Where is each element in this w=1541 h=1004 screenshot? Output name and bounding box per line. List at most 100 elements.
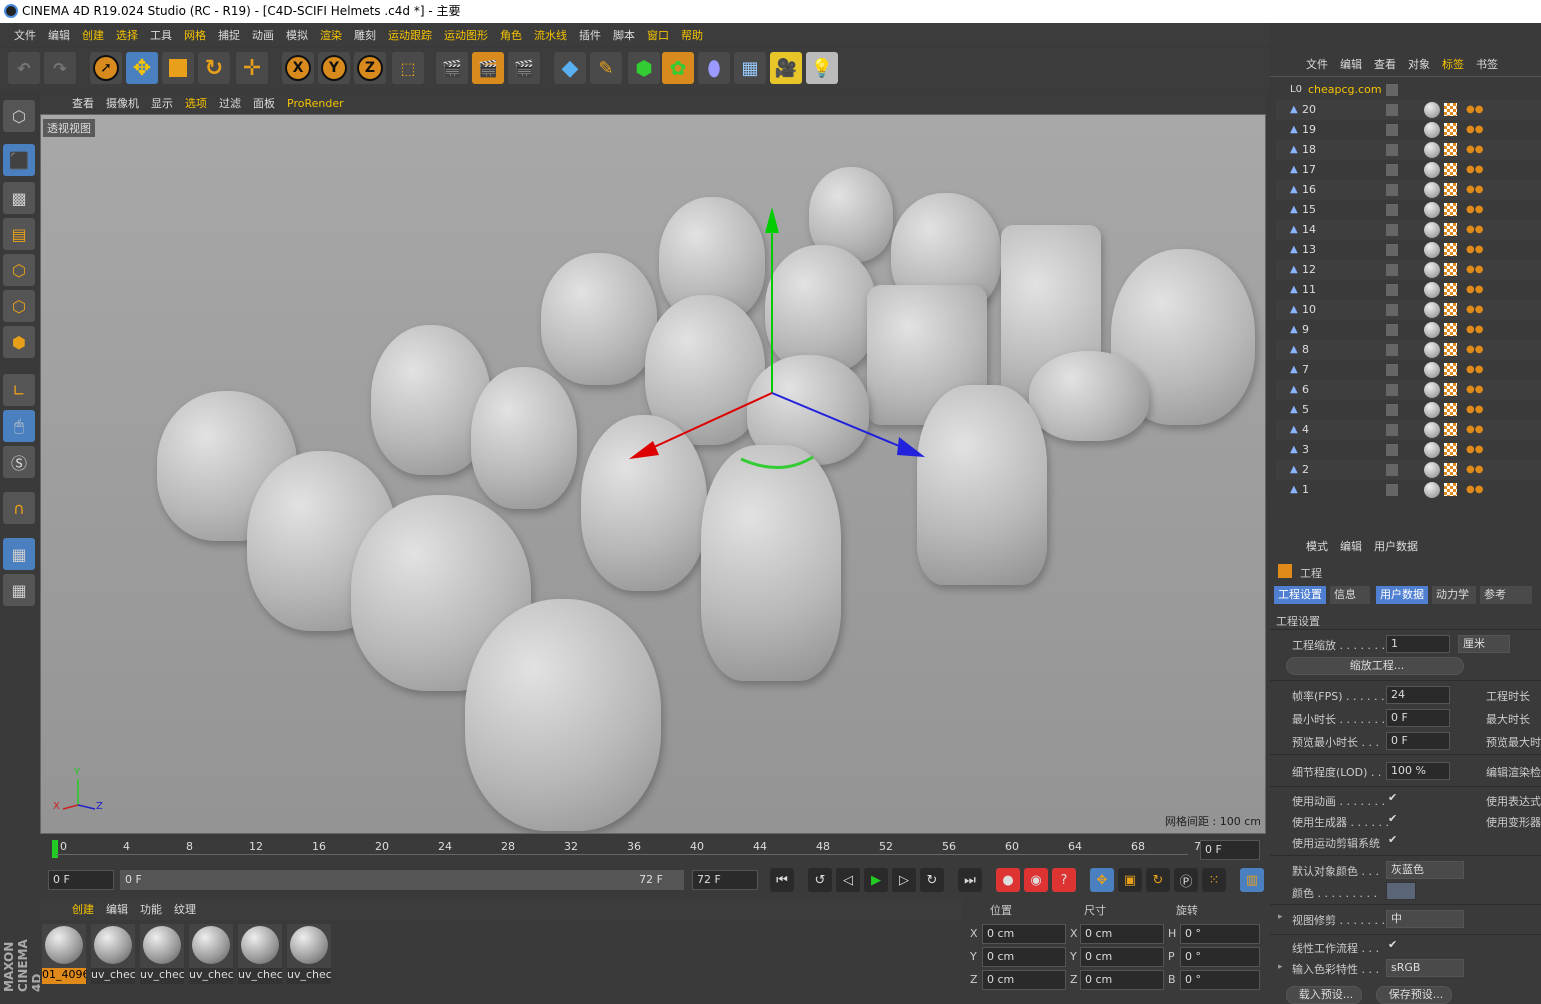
material-menu-item[interactable]: 功能 <box>134 901 168 917</box>
texture-tag-icon[interactable] <box>1444 343 1457 356</box>
axis-gizmo[interactable] <box>41 115 1266 834</box>
object-row[interactable]: ▲ 6 ●● <box>1276 380 1541 400</box>
selection-tag-icon[interactable]: ●● <box>1466 144 1483 155</box>
selection-tag-icon[interactable]: ●● <box>1466 464 1483 475</box>
visibility-toggle-icon[interactable] <box>1386 384 1398 396</box>
camera-icon[interactable]: 🎥 <box>770 52 802 84</box>
menu-item[interactable]: 工具 <box>144 27 178 43</box>
object-row[interactable]: ▲ 5 ●● <box>1276 400 1541 420</box>
rotation-field[interactable]: 0 ° <box>1180 970 1260 990</box>
visibility-toggle-icon[interactable] <box>1386 344 1398 356</box>
go-to-end-icon[interactable]: ⏭ <box>958 868 982 892</box>
previous-frame-icon[interactable]: ◁ <box>836 868 860 892</box>
visibility-toggle-icon[interactable] <box>1386 484 1398 496</box>
render-settings-icon[interactable]: 🎬 <box>508 52 540 84</box>
attribute-tab[interactable]: 工程设置 <box>1274 586 1326 604</box>
key-rotation-icon[interactable]: ↻ <box>1146 868 1170 892</box>
rotation-field[interactable]: 0 ° <box>1180 947 1260 967</box>
min-time-field[interactable]: 0 F <box>1386 709 1450 727</box>
texture-tag-icon[interactable] <box>1444 223 1457 236</box>
texture-tag-icon[interactable] <box>1444 443 1457 456</box>
record-keys-icon[interactable]: ● <box>996 868 1020 892</box>
material-swatch[interactable]: uv_chec <box>91 924 135 984</box>
menu-item[interactable]: 模拟 <box>280 27 314 43</box>
redo-icon[interactable]: ↷ <box>44 52 76 84</box>
points-mode-icon[interactable]: ⬡ <box>3 254 35 286</box>
menu-item[interactable]: 插件 <box>573 27 607 43</box>
material-swatch[interactable]: uv_chec <box>189 924 233 984</box>
selection-tag-icon[interactable]: ●● <box>1466 424 1483 435</box>
end-frame-field[interactable]: 72 F <box>692 870 758 890</box>
object-row-root[interactable]: L0 cheapcg.com <box>1276 80 1541 100</box>
magnet-icon[interactable]: ∩ <box>3 492 35 524</box>
object-row[interactable]: ▲ 8 ●● <box>1276 340 1541 360</box>
visibility-toggle-icon[interactable] <box>1386 84 1398 96</box>
selection-tag-icon[interactable]: ●● <box>1466 164 1483 175</box>
menu-item[interactable]: 捕捉 <box>212 27 246 43</box>
material-menu-item[interactable]: 编辑 <box>100 901 134 917</box>
cube-primitive-icon[interactable]: ◆ <box>554 52 586 84</box>
selection-tag-icon[interactable]: ●● <box>1466 104 1483 115</box>
scale-unit-dropdown[interactable]: 厘米 <box>1458 635 1510 653</box>
material-tag-icon[interactable] <box>1424 242 1440 258</box>
menu-item[interactable]: 运动跟踪 <box>382 27 438 43</box>
play-icon[interactable]: ▶ <box>864 868 888 892</box>
scale-tool-button[interactable] <box>162 52 194 84</box>
undo-icon[interactable]: ↶ <box>8 52 40 84</box>
workplane-lock-icon[interactable]: ▦ <box>3 538 35 570</box>
size-field[interactable]: 0 cm <box>1080 970 1164 990</box>
gizmo-z-arrow[interactable] <box>897 437 925 457</box>
object-row[interactable]: ▲ 3 ●● <box>1276 440 1541 460</box>
visibility-toggle-icon[interactable] <box>1386 104 1398 116</box>
object-row[interactable]: ▲ 17 ●● <box>1276 160 1541 180</box>
texture-tag-icon[interactable] <box>1444 103 1457 116</box>
viewport-menu-item[interactable]: 面板 <box>247 95 281 111</box>
selection-tag-icon[interactable]: ●● <box>1466 304 1483 315</box>
material-tag-icon[interactable] <box>1424 362 1440 378</box>
position-field[interactable]: 0 cm <box>982 970 1066 990</box>
menu-item[interactable]: 雕刻 <box>348 27 382 43</box>
material-tag-icon[interactable] <box>1424 162 1440 178</box>
texture-tag-icon[interactable] <box>1444 163 1457 176</box>
model-mode-icon[interactable]: ⬛ <box>3 144 35 176</box>
object-row[interactable]: ▲ 10 ●● <box>1276 300 1541 320</box>
texture-mode-icon[interactable]: ▩ <box>3 182 35 214</box>
position-field[interactable]: 0 cm <box>982 947 1066 967</box>
material-tag-icon[interactable] <box>1424 322 1440 338</box>
material-tag-icon[interactable] <box>1424 482 1440 498</box>
visibility-toggle-icon[interactable] <box>1386 464 1398 476</box>
use-generators-checkbox[interactable]: ✔ <box>1388 812 1397 825</box>
start-frame-field[interactable]: 0 F <box>48 870 114 890</box>
material-tag-icon[interactable] <box>1424 302 1440 318</box>
object-menu-item[interactable]: 标签 <box>1436 56 1470 72</box>
gizmo-rotation-band[interactable] <box>740 455 814 469</box>
selection-tag-icon[interactable]: ●● <box>1466 264 1483 275</box>
menu-item[interactable]: 帮助 <box>675 27 709 43</box>
timeline-window-icon[interactable]: ▥ <box>1240 868 1264 892</box>
selection-tag-icon[interactable]: ●● <box>1466 204 1483 215</box>
workplane-icon[interactable]: ▤ <box>3 218 35 250</box>
preview-min-field[interactable]: 0 F <box>1386 732 1450 750</box>
object-row[interactable]: ▲ 4 ●● <box>1276 420 1541 440</box>
texture-tag-icon[interactable] <box>1444 483 1457 496</box>
attribute-tab[interactable]: 参考 <box>1480 586 1532 604</box>
visibility-toggle-icon[interactable] <box>1386 324 1398 336</box>
material-swatch[interactable]: uv_chec <box>140 924 184 984</box>
use-animation-checkbox[interactable]: ✔ <box>1388 791 1397 804</box>
scale-field[interactable]: 1 <box>1386 635 1450 653</box>
key-position-icon[interactable]: ✥ <box>1090 868 1114 892</box>
menu-item[interactable]: 运动图形 <box>438 27 494 43</box>
visibility-toggle-icon[interactable] <box>1386 224 1398 236</box>
selection-tag-icon[interactable]: ●● <box>1466 244 1483 255</box>
texture-tag-icon[interactable] <box>1444 403 1457 416</box>
go-to-start-icon[interactable]: ⏮ <box>770 868 794 892</box>
object-row[interactable]: ▲ 9 ●● <box>1276 320 1541 340</box>
attribute-tab[interactable]: 用户数据 <box>1376 586 1428 604</box>
color-swatch[interactable] <box>1386 882 1416 900</box>
edges-mode-icon[interactable]: ⬡ <box>3 290 35 322</box>
selection-tag-icon[interactable]: ●● <box>1466 184 1483 195</box>
material-tag-icon[interactable] <box>1424 422 1440 438</box>
menu-item[interactable]: 选择 <box>110 27 144 43</box>
visibility-toggle-icon[interactable] <box>1386 124 1398 136</box>
viewport-menu-item[interactable]: 摄像机 <box>100 95 145 111</box>
